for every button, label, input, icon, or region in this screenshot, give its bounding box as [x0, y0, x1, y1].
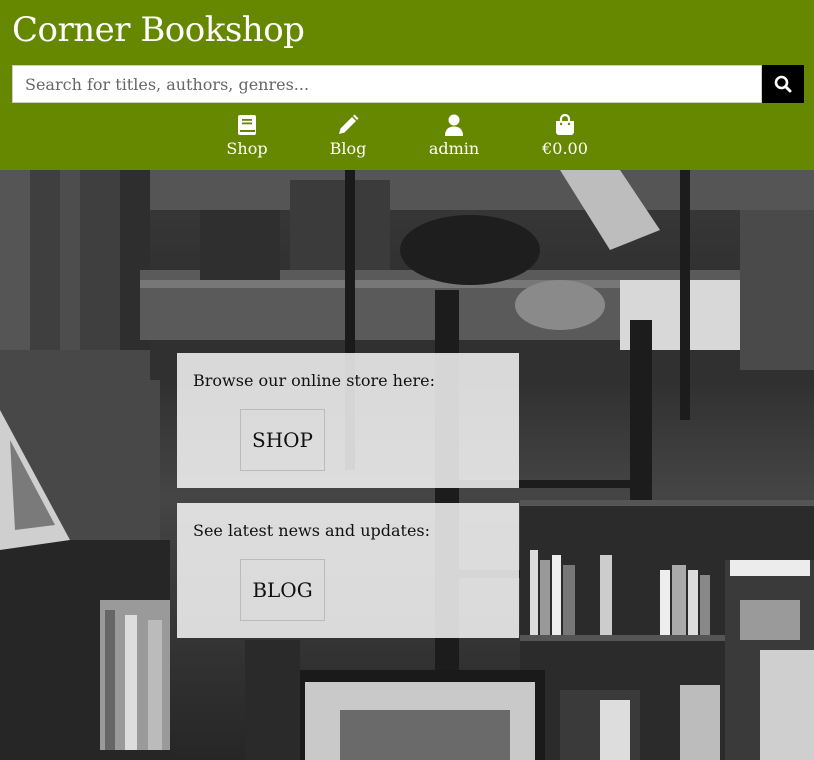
blog-promo-card: See latest news and updates: BLOG — [177, 503, 519, 638]
shop-promo-card: Browse our online store here: SHOP — [177, 353, 519, 488]
nav-cart-total: €0.00 — [542, 139, 588, 158]
nav-blog[interactable]: Blog — [303, 114, 393, 160]
nav-shop[interactable]: Shop — [202, 114, 292, 160]
hero-banner: Browse our online store here: SHOP See l… — [0, 170, 814, 760]
nav-cart[interactable]: €0.00 — [520, 114, 610, 160]
nav-account-label: admin — [428, 139, 480, 158]
site-header: Corner Bookshop Shop — [0, 0, 814, 170]
user-icon — [409, 114, 499, 138]
pencil-icon — [303, 114, 393, 138]
nav-blog-label: Blog — [329, 139, 367, 158]
search-form — [12, 65, 804, 103]
site-title[interactable]: Corner Bookshop — [12, 10, 305, 50]
main-nav: Shop Blog admin €0.00 — [0, 114, 814, 166]
nav-shop-label: Shop — [226, 139, 268, 158]
blog-button[interactable]: BLOG — [240, 559, 325, 621]
shop-button[interactable]: SHOP — [240, 409, 325, 471]
search-input[interactable] — [12, 65, 762, 103]
nav-account[interactable]: admin — [409, 114, 499, 160]
blog-promo-text: See latest news and updates: — [193, 521, 431, 540]
search-button[interactable] — [762, 65, 804, 103]
book-icon — [202, 114, 292, 138]
shop-promo-text: Browse our online store here: — [193, 371, 435, 390]
search-icon — [774, 75, 792, 93]
shopping-bag-icon — [520, 114, 610, 138]
